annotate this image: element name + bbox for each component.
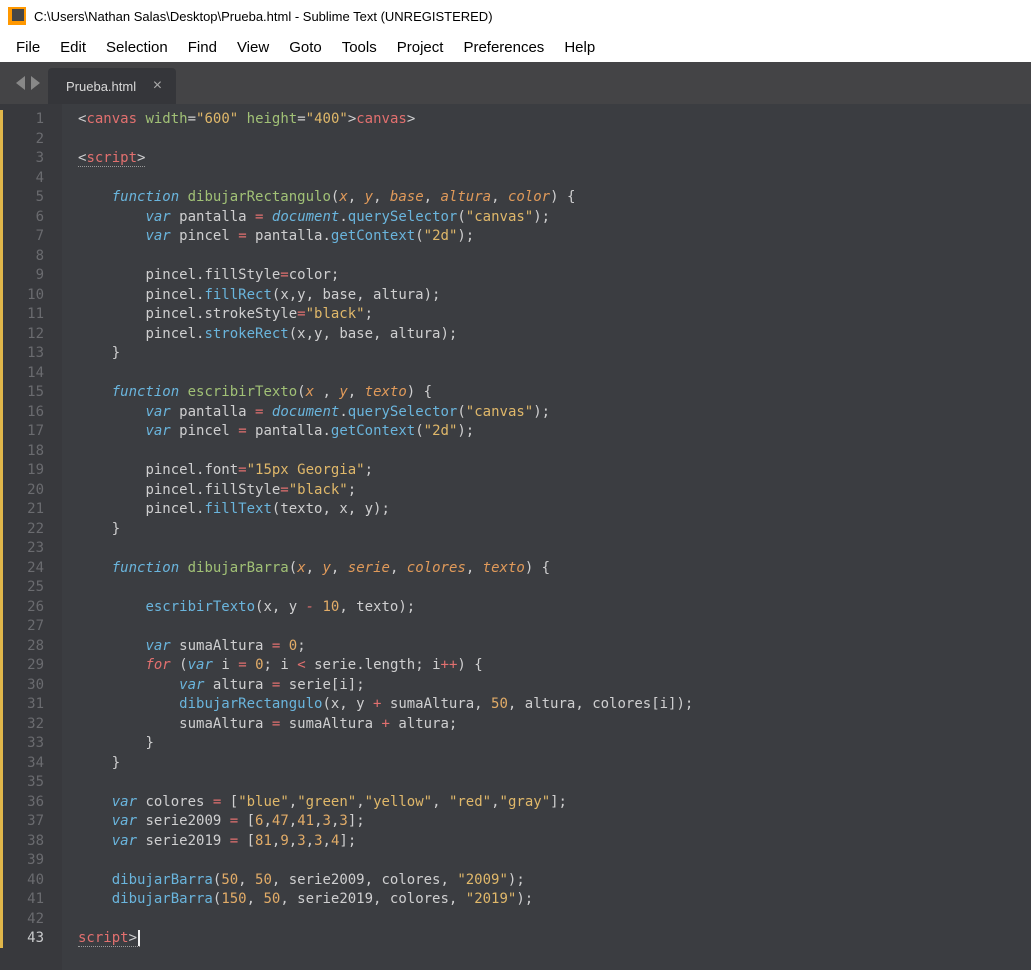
menu-tools[interactable]: Tools <box>332 35 387 60</box>
modified-indicator <box>0 110 3 948</box>
close-icon[interactable]: × <box>153 77 162 95</box>
minimap[interactable] <box>1013 104 1031 970</box>
menu-edit[interactable]: Edit <box>50 35 96 60</box>
editor: 1234567891011121314151617181920212223242… <box>0 104 1031 970</box>
menu-selection[interactable]: Selection <box>96 35 178 60</box>
nav-forward-icon[interactable] <box>31 76 40 90</box>
menu-goto[interactable]: Goto <box>279 35 332 60</box>
tab-prueba[interactable]: Prueba.html × <box>48 68 176 104</box>
menu-project[interactable]: Project <box>387 35 454 60</box>
menu-help[interactable]: Help <box>554 35 605 60</box>
titlebar: C:\Users\Nathan Salas\Desktop\Prueba.htm… <box>0 0 1031 32</box>
menu-preferences[interactable]: Preferences <box>453 35 554 60</box>
tabbar: Prueba.html × <box>0 62 1031 104</box>
menubar: File Edit Selection Find View Goto Tools… <box>0 32 1031 62</box>
nav-arrows <box>8 62 48 104</box>
code-area[interactable]: <canvas width="600" height="400">canvas>… <box>62 104 1013 970</box>
menu-find[interactable]: Find <box>178 35 227 60</box>
window-title: C:\Users\Nathan Salas\Desktop\Prueba.htm… <box>34 9 493 24</box>
tab-label: Prueba.html <box>66 79 136 94</box>
menu-file[interactable]: File <box>6 35 50 60</box>
gutter: 1234567891011121314151617181920212223242… <box>0 104 62 970</box>
nav-back-icon[interactable] <box>16 76 25 90</box>
app-icon <box>8 7 26 25</box>
menu-view[interactable]: View <box>227 35 279 60</box>
